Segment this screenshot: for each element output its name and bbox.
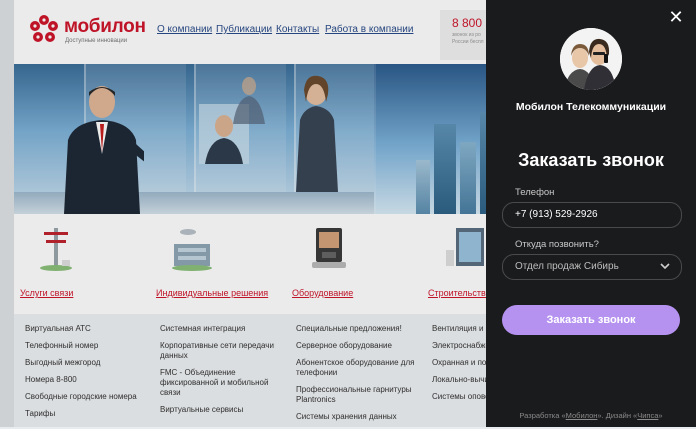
operators-avatar bbox=[560, 28, 622, 90]
credits: Разработка «Мобилон». Дизайн «Чипса» bbox=[519, 411, 663, 420]
origin-label: Откуда позвонить? bbox=[515, 239, 599, 250]
phone-field[interactable]: +7 (913) 529-2926 bbox=[502, 202, 682, 228]
company-name: Мобилон Телекоммуникации bbox=[515, 101, 667, 113]
panel-title: Заказать звонок bbox=[518, 150, 664, 170]
phone-label: Телефон bbox=[515, 187, 555, 198]
order-call-button[interactable]: Заказать звонок bbox=[502, 305, 680, 335]
close-icon[interactable]: ✕ bbox=[665, 6, 687, 28]
operators-photo bbox=[560, 28, 622, 90]
origin-selected-value: Отдел продаж Сибирь bbox=[515, 261, 619, 272]
origin-select[interactable]: Отдел продаж Сибирь bbox=[502, 254, 682, 280]
developer-link[interactable]: Мобилон bbox=[566, 411, 598, 420]
chevron-down-icon bbox=[660, 263, 670, 270]
phone-value: +7 (913) 529-2926 bbox=[515, 209, 598, 220]
designer-link[interactable]: Чипса bbox=[637, 411, 658, 420]
